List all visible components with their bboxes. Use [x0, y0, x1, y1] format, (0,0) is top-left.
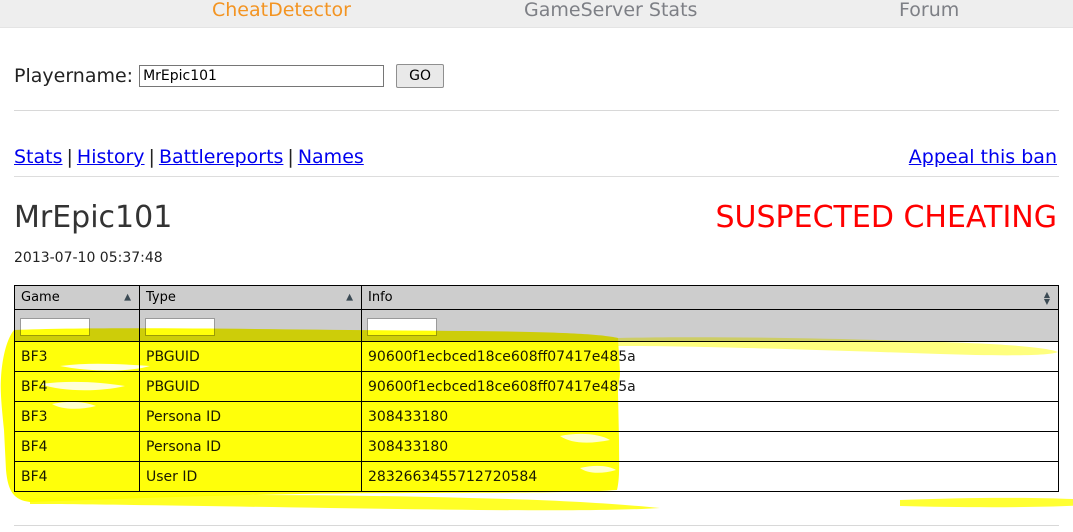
filter-input-game[interactable]: [20, 317, 90, 336]
cell-type: PBGUID: [139, 341, 362, 372]
cell-type: User ID: [139, 461, 362, 492]
highlight-stroke-bottom-right: [900, 497, 1073, 508]
filter-input-type[interactable]: [145, 317, 215, 336]
table-row: BF3 Persona ID 308433180: [14, 401, 1059, 432]
appeal-ban-container: Appeal this ban: [909, 146, 1057, 168]
column-header-game-label: Game: [21, 290, 60, 305]
playername-search-form: Playername: GO: [14, 64, 445, 88]
table-body: BF3 PBGUID 90600f1ecbced18ce608ff07417e4…: [14, 341, 1059, 492]
subnav-separator-2: |: [148, 146, 155, 168]
cell-game: BF3: [14, 401, 140, 432]
cell-type: PBGUID: [139, 371, 362, 402]
table-row: BF4 PBGUID 90600f1ecbced18ce608ff07417e4…: [14, 371, 1059, 402]
nav-link-forum[interactable]: Forum: [899, 0, 959, 24]
go-button[interactable]: GO: [396, 64, 445, 88]
table-row: BF4 Persona ID 308433180: [14, 431, 1059, 462]
player-identifiers-table-container: Game ▲ Type ▲ Info ▲ ▼ BF3 PBGUID 90600f…: [14, 285, 1059, 492]
subnav-link-battlereports[interactable]: Battlereports: [159, 146, 283, 168]
subnav-separator-1: |: [66, 146, 73, 168]
playername-input[interactable]: [139, 65, 385, 87]
column-header-type-label: Type: [146, 290, 176, 305]
page-title: MrEpic101: [14, 200, 173, 235]
subnav-separator-3: |: [287, 146, 294, 168]
table-row: BF4 User ID 2832663455712720584: [14, 461, 1059, 492]
column-header-type[interactable]: Type ▲: [139, 285, 362, 310]
subnav-link-names[interactable]: Names: [298, 146, 364, 168]
navbar-bottom-border: [0, 27, 1073, 28]
sort-ascending-icon: ▲: [346, 292, 353, 302]
nav-link-cheatdetector[interactable]: CheatDetector: [212, 0, 351, 24]
filter-input-info[interactable]: [367, 317, 437, 336]
cell-info: 2832663455712720584: [361, 461, 1059, 492]
cell-info: 308433180: [361, 401, 1059, 432]
playername-label: Playername:: [14, 65, 134, 87]
status-badge: SUSPECTED CHEATING: [715, 200, 1057, 235]
cell-type: Persona ID: [139, 401, 362, 432]
filter-cell-info: [361, 309, 1059, 342]
table-header-row: Game ▲ Type ▲ Info ▲ ▼: [14, 285, 1059, 310]
divider-below-search: [14, 110, 1059, 111]
player-identifiers-table: Game ▲ Type ▲ Info ▲ ▼ BF3 PBGUID 90600f…: [14, 285, 1059, 492]
subnav-link-stats[interactable]: Stats: [14, 146, 63, 168]
top-navigation-bar: CheatDetector GameServer Stats Forum: [0, 0, 1073, 28]
cell-game: BF4: [14, 431, 140, 462]
column-header-info-label: Info: [368, 290, 393, 305]
column-header-game[interactable]: Game ▲: [14, 285, 140, 310]
sort-ascending-icon: ▲: [124, 292, 131, 302]
highlight-stroke-bottom-tail: [30, 495, 660, 511]
table-row: BF3 PBGUID 90600f1ecbced18ce608ff07417e4…: [14, 341, 1059, 372]
cell-info: 308433180: [361, 431, 1059, 462]
player-timestamp: 2013-07-10 05:37:48: [14, 250, 163, 266]
player-subnav: Stats | History | Battlereports | Names: [14, 146, 364, 168]
column-header-info[interactable]: Info ▲ ▼: [361, 285, 1059, 310]
cell-info: 90600f1ecbced18ce608ff07417e485a: [361, 341, 1059, 372]
cell-game: BF4: [14, 371, 140, 402]
sort-both-directions-icon: ▲ ▼: [1043, 289, 1050, 306]
table-filter-row: [14, 309, 1059, 342]
cell-game: BF3: [14, 341, 140, 372]
filter-cell-type: [139, 309, 362, 342]
cell-type: Persona ID: [139, 431, 362, 462]
cell-game: BF4: [14, 461, 140, 492]
nav-link-gameserver-stats[interactable]: GameServer Stats: [524, 0, 697, 24]
divider-below-subnav: [14, 176, 1059, 177]
divider-bottom: [14, 525, 1059, 526]
filter-cell-game: [14, 309, 140, 342]
appeal-this-ban-link[interactable]: Appeal this ban: [909, 146, 1057, 168]
subnav-link-history[interactable]: History: [77, 146, 145, 168]
cell-info: 90600f1ecbced18ce608ff07417e485a: [361, 371, 1059, 402]
